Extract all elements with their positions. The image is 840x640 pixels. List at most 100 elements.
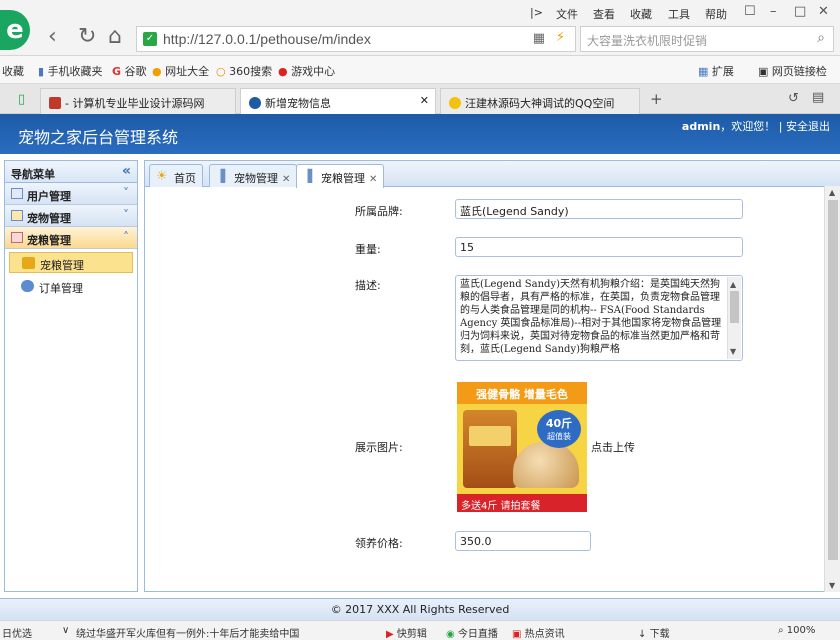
- menu-favorites[interactable]: 收藏: [630, 6, 652, 22]
- sidebar-item-food[interactable]: 宠粮管理: [9, 252, 133, 273]
- browser-tab-strip: ▯ - 计算机专业毕业设计源码网 新增宠物信息 ✕ 汪建林源码大神调试的QQ空间…: [0, 84, 840, 114]
- status-clip[interactable]: ▶ 快剪辑: [386, 625, 427, 640]
- scroll-up-icon[interactable]: ▲: [829, 188, 835, 197]
- page-scrollbar[interactable]: ▲ ▼: [824, 186, 840, 592]
- status-zoom-label: 100%: [786, 625, 816, 636]
- bookmark-hao123[interactable]: ● 网址大全: [152, 63, 209, 79]
- tab-close-icon[interactable]: ✕: [369, 174, 377, 185]
- chevron-up-icon: ˄: [123, 230, 129, 244]
- maximize-icon[interactable]: □: [794, 4, 806, 19]
- lightning-icon[interactable]: ⚡: [556, 30, 565, 45]
- download-icon: ↓: [638, 629, 647, 640]
- page-scroll-thumb[interactable]: [828, 200, 838, 560]
- clip-icon: ▶: [386, 629, 394, 640]
- tab-list-icon[interactable]: ▤: [812, 90, 824, 105]
- tab-close-icon[interactable]: ✕: [420, 94, 429, 107]
- qr-icon[interactable]: ▦: [533, 31, 545, 46]
- product-image: 强健骨骼 增量毛色 40斤 超值装 多送4斤 请拍套餐: [457, 382, 587, 512]
- extensions-button[interactable]: ▦ 扩展: [698, 63, 734, 79]
- status-zoom[interactable]: ⌕ 100%: [778, 625, 815, 636]
- app-header: 宠物之家后台管理系统 admin，欢迎您！ | 安全退出: [0, 114, 840, 154]
- bookmark-google[interactable]: G 谷歌: [112, 63, 147, 79]
- search360-icon: ○: [216, 65, 226, 78]
- description-scrollbar[interactable]: ▲ ▼: [727, 277, 741, 359]
- link-check-button[interactable]: ▣ 网页链接检: [758, 63, 827, 79]
- username: admin: [681, 120, 721, 133]
- sidebar-section-pets[interactable]: 宠物管理 ˅: [5, 205, 137, 227]
- search-box[interactable]: 大容量洗衣机限时促销 ⌕: [580, 26, 834, 52]
- sidebar-section-food[interactable]: 宠粮管理 ˄: [5, 227, 137, 249]
- menu-file[interactable]: 文件: [556, 6, 578, 22]
- order-user-icon: [21, 280, 34, 292]
- menu-view[interactable]: 查看: [593, 6, 615, 22]
- close-window-icon[interactable]: ✕: [818, 4, 829, 19]
- sidebar-section-label: 宠粮管理: [27, 234, 71, 247]
- menu-reader-icon[interactable]: |>: [530, 6, 543, 19]
- description-label: 描述:: [355, 279, 381, 292]
- sidebar-section-users[interactable]: 用户管理 ˅: [5, 183, 137, 205]
- back-icon[interactable]: ‹: [48, 26, 57, 48]
- bookmarks-bar: 收藏 ▮ 手机收藏夹 G 谷歌 ● 网址大全 ○ 360搜索 ● 游戏中心 ▦ …: [0, 56, 840, 84]
- app-title: 宠物之家后台管理系统: [18, 128, 179, 147]
- status-live[interactable]: ◉ 今日直播: [446, 625, 498, 640]
- brand-input[interactable]: 蓝氏(Legend Sandy): [455, 199, 743, 219]
- bookmark-favorites[interactable]: 收藏: [2, 63, 24, 79]
- minimize-icon[interactable]: –: [770, 4, 777, 19]
- logout-link[interactable]: 安全退出: [786, 120, 830, 133]
- upload-button[interactable]: 点击上传: [591, 439, 635, 455]
- food-item-icon: [22, 257, 35, 269]
- bookmark-games[interactable]: ● 游戏中心: [278, 63, 335, 79]
- brand-label: 所属品牌:: [355, 205, 403, 218]
- product-footer: 多送4斤 请拍套餐: [457, 494, 587, 512]
- star-favicon-icon: [449, 97, 461, 109]
- bookmark-mobile[interactable]: ▮ 手机收藏夹: [38, 63, 103, 79]
- tab-close-icon[interactable]: ✕: [282, 174, 290, 185]
- restore-tab-icon[interactable]: ↺: [788, 91, 799, 106]
- browser-tab-active[interactable]: 新增宠物信息 ✕: [240, 88, 436, 114]
- scroll-down-icon[interactable]: ▼: [829, 581, 835, 590]
- status-deals[interactable]: 日优选: [2, 625, 32, 640]
- user-manage-icon: [11, 188, 23, 199]
- price-input[interactable]: 350.0: [455, 531, 591, 551]
- new-tab-icon[interactable]: +: [650, 90, 663, 108]
- weight-input[interactable]: 15: [455, 237, 743, 257]
- badge-value-pack: 超值装: [547, 432, 571, 441]
- status-download[interactable]: ↓ 下载: [638, 625, 670, 640]
- collapse-sidebar-icon[interactable]: «: [122, 163, 131, 179]
- hot-icon: ▣: [512, 629, 522, 640]
- status-news[interactable]: 绕过华盛开军火库但有一例外:十年后才能卖给中国: [76, 625, 299, 640]
- browser-tab-label: 汪建林源码大神调试的QQ空间: [465, 97, 615, 110]
- bookmark-360[interactable]: ○ 360搜索: [216, 63, 272, 79]
- chevron-down-icon: ˅: [123, 186, 129, 200]
- phone-icon[interactable]: ▯: [18, 92, 25, 107]
- copyright-text: © 2017 XXX All Rights Reserved: [330, 603, 510, 616]
- window-mode-icon[interactable]: ☐: [744, 4, 756, 19]
- browser-tab-source-site[interactable]: - 计算机专业毕业设计源码网: [40, 88, 236, 114]
- menu-tools[interactable]: 工具: [668, 6, 690, 22]
- description-textarea[interactable]: 蓝氏(Legend Sandy)天然有机狗粮介绍：是英国纯天然狗粮的倡导者，具有…: [455, 275, 743, 361]
- scroll-thumb[interactable]: [730, 291, 739, 323]
- refresh-icon[interactable]: ↻: [78, 26, 96, 48]
- status-hot[interactable]: ▣ 热点资讯: [512, 625, 565, 640]
- tab-home[interactable]: ☀ 首页: [149, 164, 203, 187]
- browser-tab-qq[interactable]: 汪建林源码大神调试的QQ空间: [440, 88, 640, 114]
- tab-pets[interactable]: ▐ 宠物管理 ✕: [209, 164, 298, 187]
- scroll-down-icon[interactable]: ▼: [730, 345, 736, 358]
- food-bag-graphic: [463, 410, 517, 488]
- welcome-text: ，欢迎您！: [720, 120, 776, 133]
- home-icon[interactable]: ⌂: [108, 26, 122, 48]
- zoom-icon: ⌕: [778, 625, 784, 636]
- sidebar-item-label: 宠粮管理: [40, 259, 84, 272]
- address-bar[interactable]: ✓ http://127.0.0.1/pethouse/m/index ▦ ⚡: [136, 26, 576, 52]
- bookmark-hao123-label: 网址大全: [165, 65, 210, 78]
- search-icon[interactable]: ⌕: [817, 30, 825, 46]
- product-banner: 强健骨骼 增量毛色: [457, 382, 587, 404]
- browser-statusbar: 日优选 ∨ 绕过华盛开军火库但有一例外:十年后才能卖给中国 ▶ 快剪辑 ◉ 今日…: [0, 620, 840, 640]
- scroll-up-icon[interactable]: ▲: [730, 278, 736, 291]
- menu-help[interactable]: 帮助: [705, 6, 727, 22]
- nav-sidebar: 导航菜单 « 用户管理 ˅ 宠物管理 ˅ 宠粮管理 ˄ 宠粮管理 订单管理: [4, 160, 138, 592]
- browser-logo-icon: e: [0, 10, 30, 50]
- sidebar-title: 导航菜单: [11, 168, 55, 181]
- sidebar-item-orders[interactable]: 订单管理: [9, 276, 133, 297]
- tab-food[interactable]: ▐ 宠粮管理 ✕: [296, 164, 385, 188]
